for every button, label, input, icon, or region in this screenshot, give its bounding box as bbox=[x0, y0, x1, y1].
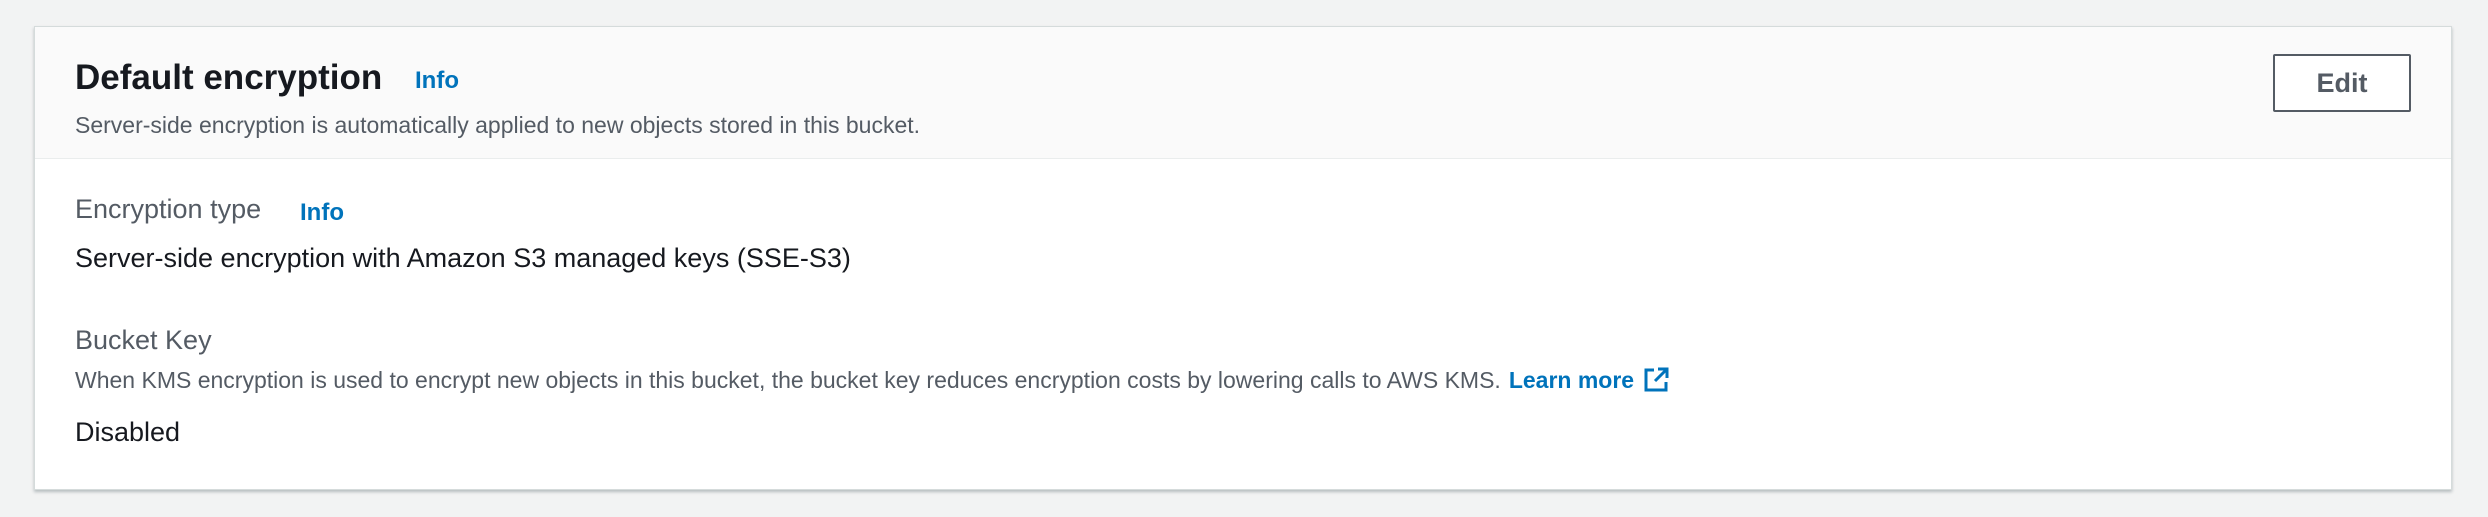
learn-more-link[interactable]: Learn more bbox=[1509, 366, 1670, 394]
panel-header: Default encryption Info Server-side encr… bbox=[35, 27, 2451, 159]
learn-more-label: Learn more bbox=[1508, 366, 1635, 393]
title-info-link[interactable]: Info bbox=[415, 67, 459, 96]
encryption-type-info-link[interactable]: Info bbox=[300, 199, 344, 227]
bucket-key-value: Disabled bbox=[75, 417, 181, 447]
panel-description: Server-side encryption is automatically … bbox=[75, 112, 921, 138]
bucket-key-description: When KMS encryption is used to encrypt n… bbox=[75, 366, 1670, 394]
panel-title: Default encryption bbox=[75, 58, 383, 97]
bucket-key-description-text: When KMS encryption is used to encrypt n… bbox=[75, 366, 1501, 393]
edit-button[interactable]: Edit bbox=[2273, 54, 2411, 112]
bucket-key-label: Bucket Key bbox=[75, 325, 212, 355]
encryption-type-label: Encryption type bbox=[75, 194, 262, 224]
external-link-icon bbox=[1644, 367, 1669, 392]
encryption-type-value: Server-side encryption with Amazon S3 ma… bbox=[75, 243, 851, 273]
default-encryption-panel: Default encryption Info Server-side encr… bbox=[34, 26, 2452, 490]
